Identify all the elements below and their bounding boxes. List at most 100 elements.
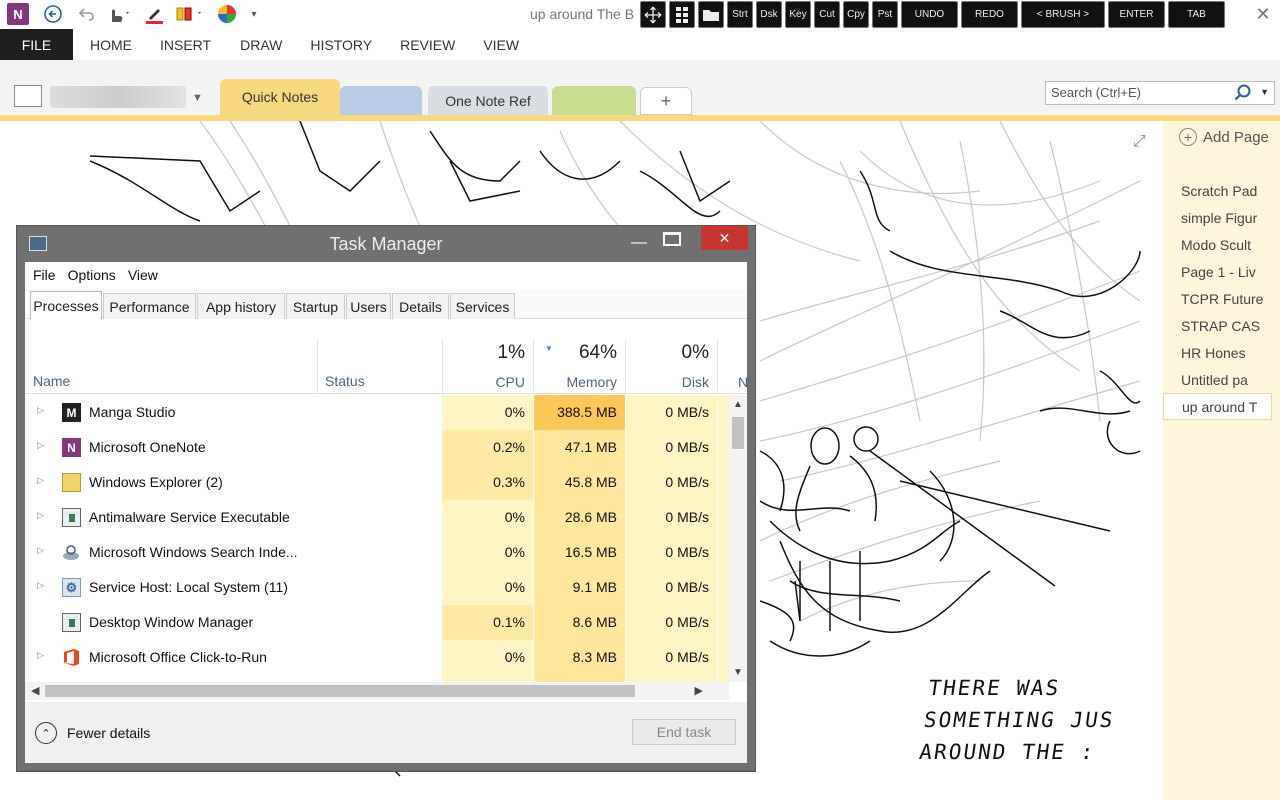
tab-services[interactable]: Services [450,293,515,319]
expand-arrow-icon[interactable]: ▷ [37,475,44,486]
overlay-btn-desktop[interactable]: Dsk [756,1,782,28]
overlay-btn-copy[interactable]: Cpy [843,1,869,28]
color-wheel-icon[interactable] [216,3,238,25]
expand-icon[interactable]: ⤢ [1133,133,1146,151]
overlay-btn-paste[interactable]: Pst [872,1,898,28]
overlay-btn-redo[interactable]: REDO [961,1,1018,28]
horizontal-scrollbar[interactable]: ◀ ▶ [25,682,729,700]
table-row[interactable]: ▷ M Manga Studio 0% 388.5 MB 0 MB/s [25,395,731,430]
notebook-name-blurred[interactable] [50,86,186,108]
expand-arrow-icon[interactable]: ▷ [37,580,44,591]
overlay-btn-keyboard[interactable]: Key [785,1,811,28]
notebook-dropdown-icon[interactable]: ▼ [192,92,203,104]
expand-arrow-icon[interactable]: ▷ [37,510,44,521]
scroll-thumb[interactable] [45,685,635,697]
scroll-down-icon[interactable]: ▼ [733,667,743,678]
table-row[interactable]: ▷ Microsoft Office Click-to-Run 0% 8.3 M… [25,640,731,675]
table-row[interactable] [25,675,731,682]
column-memory[interactable]: 64% Memory [534,340,625,394]
tab-draw[interactable]: DRAW [240,37,282,53]
search-scope-dropdown-icon[interactable]: ▼ [1260,87,1269,97]
overlay-btn-cut[interactable]: Cut [814,1,840,28]
scroll-up-icon[interactable]: ▲ [733,399,743,410]
expand-arrow-icon[interactable]: ▷ [37,545,44,556]
search-icon[interactable] [1234,84,1252,107]
touch-mode-icon[interactable] [104,3,134,25]
table-row[interactable]: ▷ Antimalware Service Executable 0% 28.6… [25,500,731,535]
tab-users[interactable]: Users [346,293,391,319]
scroll-right-icon[interactable]: ▶ [695,684,703,697]
notebook-icon[interactable] [14,85,42,107]
column-network[interactable]: N [718,340,747,394]
menu-view[interactable]: View [128,267,158,283]
tab-history[interactable]: HISTORY [310,37,372,53]
page-item[interactable]: simple Figur [1163,204,1280,231]
column-cpu[interactable]: 1% CPU [442,340,533,394]
section-tab-quick-notes[interactable]: Quick Notes [220,79,340,115]
fewer-details-link[interactable]: Fewer details [67,725,150,741]
folder-icon[interactable] [698,1,724,28]
chevron-up-icon[interactable]: ⌃ [35,722,57,744]
table-row[interactable]: ▷ Microsoft Windows Search Inde... 0% 16… [25,535,731,570]
move-icon[interactable] [640,1,666,28]
page-item-selected[interactable]: up around T [1163,393,1272,420]
page-item[interactable]: HR Hones [1163,339,1280,366]
section-tab-blurred-green[interactable] [552,86,636,115]
tab-view[interactable]: VIEW [483,37,519,53]
page-item[interactable]: Untitled pa [1163,366,1280,393]
tab-details[interactable]: Details [392,293,449,319]
page-item[interactable]: Page 1 - Liv [1163,258,1280,285]
overlay-btn-start[interactable]: Strt [727,1,753,28]
column-disk[interactable]: 0% Disk [626,340,717,394]
page-item[interactable]: Modo Scult [1163,231,1280,258]
expand-arrow-icon[interactable]: ▷ [37,405,44,416]
search-input[interactable]: Search (Ctrl+E) ▼ [1045,81,1275,105]
column-divider[interactable] [317,340,318,394]
table-row[interactable]: Desktop Window Manager 0.1% 8.6 MB 0 MB/… [25,605,731,640]
minimize-button[interactable]: — [629,234,649,252]
maximize-button[interactable] [663,232,681,246]
tab-file[interactable]: FILE [0,29,73,60]
undo-icon[interactable] [76,3,98,25]
table-row[interactable]: ▷ Windows Explorer (2) 0.3% 45.8 MB 0 MB… [25,465,731,500]
overlay-btn-enter[interactable]: ENTER [1108,1,1165,28]
tab-performance[interactable]: Performance [103,293,196,319]
tab-review[interactable]: REVIEW [400,37,455,53]
scroll-thumb[interactable] [732,417,744,449]
tab-processes[interactable]: Processes [30,291,102,320]
table-row[interactable]: ▷ N Microsoft OneNote 0.2% 47.1 MB 0 MB/… [25,430,731,465]
tab-home[interactable]: HOME [90,37,132,53]
menu-file[interactable]: File [33,267,56,283]
expand-arrow-icon[interactable]: ▷ [37,650,44,661]
section-tab-blurred-blue[interactable] [340,86,422,115]
add-section-button[interactable]: + [640,87,692,115]
section-tab-one-note-ref[interactable]: One Note Ref [428,86,548,115]
column-status[interactable]: Status [325,373,365,389]
tab-insert[interactable]: INSERT [160,37,211,53]
onenote-logo-icon[interactable]: N [7,3,29,25]
overlay-btn-tab[interactable]: TAB [1168,1,1225,28]
expand-arrow-icon[interactable]: ▷ [37,440,44,451]
page-item[interactable]: Scratch Pad [1163,177,1280,204]
menu-options[interactable]: Options [68,267,116,283]
window-close-button[interactable]: ✕ [1252,4,1274,24]
table-row[interactable]: ▷ ⚙ Service Host: Local System (11) 0% 9… [25,570,731,605]
overlay-btn-brush[interactable]: < BRUSH > [1021,1,1105,28]
back-icon[interactable] [42,3,64,25]
page-item[interactable]: STRAP CAS [1163,312,1280,339]
tab-app-history[interactable]: App history [197,293,285,319]
column-name[interactable]: Name [33,373,70,389]
grid-icon[interactable] [669,1,695,28]
overlay-btn-undo[interactable]: UNDO [901,1,958,28]
task-manager-title-bar[interactable]: Task Manager — ✕ [17,226,755,261]
pen-icon[interactable] [142,3,170,25]
vertical-scrollbar[interactable]: ▲ ▼ [729,395,747,682]
end-task-button[interactable]: End task [632,719,736,745]
scroll-left-icon[interactable]: ◀ [31,684,39,697]
highlighter-icon[interactable] [172,3,208,25]
close-button[interactable]: ✕ [701,226,748,250]
add-page-button[interactable]: + Add Page [1179,125,1269,149]
page-item[interactable]: TCPR Future [1163,285,1280,312]
tab-startup[interactable]: Startup [286,293,345,319]
customize-icon[interactable]: ▾ [248,3,260,25]
